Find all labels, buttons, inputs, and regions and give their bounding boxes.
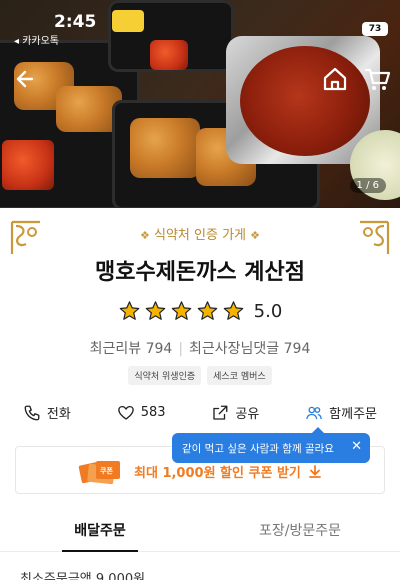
recent-reviews[interactable]: 최근리뷰 794 [90,341,173,357]
coupon-label: 최대 1,000원 할인 쿠폰 받기 [134,462,322,481]
tab-delivery[interactable]: 배달주문 [0,512,200,552]
store-name: 맹호수제돈까스 계산점 [94,260,306,285]
phone-icon [24,405,40,420]
hero-food-photo[interactable]: 2:45 ◂ 카카오톡 73 1 / 6 [0,0,400,208]
star-icon [223,301,243,320]
tag-cesco[interactable]: 세스코 멤버스 [207,366,272,385]
certification-label: 식약처 인증 가게 [154,228,246,243]
svg-text:쿠폰: 쿠폰 [100,467,113,475]
rating-value: 5.0 [253,300,283,322]
group-order-label: 함께주문 [329,407,378,422]
action-bar: 전화 583 공유 함께주문 [0,403,400,422]
review-stats[interactable]: 최근리뷰 794 | 최근사장님댓글 794 [0,338,400,358]
diamond-icon: ❖ [139,229,150,242]
share-label: 공유 [235,407,260,422]
store-tags: 식약처 위생인증 세스코 멤버스 [0,366,400,385]
cart-icon [365,68,391,90]
photo-counter: 1 / 6 [349,178,386,193]
arrow-left-icon [16,70,34,88]
close-icon[interactable]: ✕ [351,439,362,454]
divider: | [178,341,184,357]
star-icon [145,301,165,320]
star-icon [197,301,217,320]
status-time: 2:45 [54,12,97,32]
back-button[interactable] [12,64,42,94]
share-icon [213,405,228,420]
status-carrier[interactable]: ◂ 카카오톡 [14,32,59,47]
cart-button[interactable] [362,64,392,94]
diamond-icon: ❖ [250,229,261,242]
tooltip-text: 같이 먹고 싶은 사람과 함께 골라요 [182,442,334,455]
heart-icon [117,405,134,420]
rating-row: 5.0 [0,300,400,322]
order-type-tabs: 배달주문 포장/방문주문 [0,512,400,552]
tag-hygiene[interactable]: 식약처 위생인증 [128,366,202,385]
people-icon [306,406,322,419]
owner-comments[interactable]: 최근사장님댓글 794 [189,341,310,357]
like-count: 583 [140,405,166,420]
call-label: 전화 [46,407,71,422]
battery-indicator: 73 [362,22,388,36]
certification-badge: ❖ 식약처 인증 가게 ❖ [0,224,400,243]
home-icon [323,67,347,91]
home-button[interactable] [320,64,350,94]
star-icon [119,301,139,320]
like-button[interactable]: 583 [117,403,166,422]
star-icon [171,301,191,320]
store-info-card: ❖ 식약처 인증 가게 ❖ 맹호수제돈까스 계산점 5.0 최근리뷰 794 | 최… [0,208,400,370]
download-arrow-icon [309,465,322,478]
tab-pickup[interactable]: 포장/방문주문 [200,512,400,551]
minimum-order-amount: 최소주문금액 9,000원 [20,572,146,580]
share-button[interactable]: 공유 [211,403,259,422]
group-order-tooltip: 같이 먹고 싶은 사람과 함께 골라요 ✕ [172,427,370,463]
coupon-ticket-icon: 쿠폰 [78,460,120,485]
call-button[interactable]: 전화 [23,403,71,422]
store-page: 2:45 ◂ 카카오톡 73 1 / 6 ❖ 식약처 인증 가게 ❖ 맹호수제돈… [0,0,400,580]
group-order-button[interactable]: 함께주문 [305,403,377,422]
